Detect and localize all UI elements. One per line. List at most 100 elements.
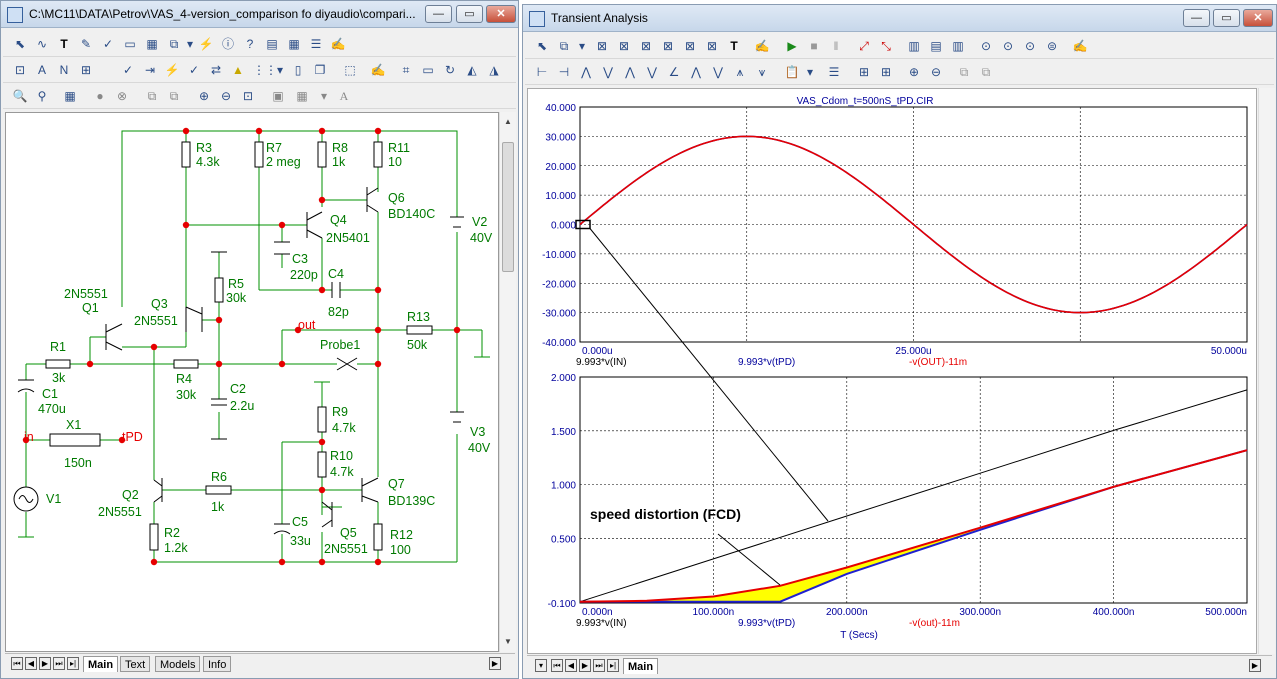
list-icon[interactable]: ☰ [825,63,843,81]
fit-x-icon[interactable]: ⊞ [855,63,873,81]
dropdown-3-icon[interactable]: ▾ [315,87,333,105]
paste-icon[interactable]: ⧉ [977,63,995,81]
copy-page-icon[interactable]: ❐ [311,61,329,79]
rect-icon[interactable]: ▭ [419,61,437,79]
dropdown-icon[interactable]: ▾ [573,37,591,55]
close-button[interactable]: ✕ [1243,9,1273,27]
global-high-icon[interactable]: ⋀ [687,63,705,81]
copy-icon[interactable]: ⧉ [143,87,161,105]
help-icon[interactable]: ? [241,35,259,53]
zoom-in-icon[interactable]: ⊕ [905,63,923,81]
page-icon[interactable]: ▯ [289,61,307,79]
transient-titlebar[interactable]: Transient Analysis — ▭ ✕ [523,5,1276,32]
graph-icon[interactable]: ⊠ [615,37,633,55]
settings-icon[interactable]: ✍ [1071,37,1089,55]
maximize-button[interactable]: ▭ [456,5,483,23]
fit-y-icon[interactable]: ⊞ [877,63,895,81]
cancel-icon[interactable]: ⊗ [113,87,131,105]
last-page-icon[interactable]: ⏭ [593,659,605,672]
wire-mode-icon[interactable]: ▦ [143,35,161,53]
graph4-icon[interactable]: ⊠ [681,37,699,55]
level-icon[interactable]: ⊜ [1043,37,1061,55]
schematic-vscrollbar[interactable]: ▲ ▼ [499,112,516,652]
font-icon[interactable]: A [335,87,353,105]
high-icon[interactable]: ⋀ [621,63,639,81]
table3-icon[interactable]: ▥ [949,37,967,55]
prev-page-icon[interactable]: ◀ [25,657,37,670]
clipboard-icon[interactable]: 📋 [783,63,801,81]
cursor-icon[interactable]: ⤢ [855,37,873,55]
arrow-right-icon[interactable]: ⇥ [141,61,159,79]
wire-tool-icon[interactable]: ∿ [33,35,51,53]
rotate-icon[interactable]: ↻ [441,61,459,79]
pen-tool-icon[interactable]: ✎ [77,35,95,53]
scroll-thumb[interactable] [502,142,514,272]
tab-info[interactable]: Info [203,656,232,672]
cursor-next-icon[interactable]: ⊢ [533,63,551,81]
last-page-icon[interactable]: ⏭ [53,657,65,670]
first-page-icon[interactable]: ⏮ [11,657,23,670]
tab-dropdown-icon[interactable]: ▾ [535,659,547,672]
zoom-out-icon[interactable]: ⊖ [217,87,235,105]
tab-scroll-right-icon[interactable]: ▶ [1249,659,1261,672]
grid-dots-icon[interactable]: ⋮⋮ [253,61,277,79]
layout-icon[interactable]: ▦ [293,87,311,105]
bottom-icon[interactable]: ⩛ [753,63,771,81]
inflection-icon[interactable]: ∠ [665,63,683,81]
maximize-button[interactable]: ▭ [1213,9,1240,27]
cursor-prev-icon[interactable]: ⊣ [555,63,573,81]
table2-icon[interactable]: ▤ [927,37,945,55]
binoculars-icon[interactable]: ⚲ [33,87,51,105]
scroll-up-icon[interactable]: ▲ [502,116,514,128]
warning-icon[interactable]: ▲ [229,61,247,79]
bom-icon[interactable]: ▤ [263,35,281,53]
valley-icon[interactable]: ⊙ [999,37,1017,55]
zoom-fit-icon[interactable]: ⊡ [239,87,257,105]
attribute-icon[interactable]: A [33,61,51,79]
plot-canvas[interactable]: VAS_Cdom_t=500nS_tPD.CIR 40.000 30.000 20.… [527,88,1257,654]
tab-text[interactable]: Text [120,656,151,672]
schematic-canvas[interactable]: R3 4.3k R7 2 meg R8 1k R11 10 Q6 BD140C … [5,112,499,652]
graph3-icon[interactable]: ⊠ [659,37,677,55]
text-tool-icon[interactable]: T [725,37,743,55]
global-low-icon[interactable]: ⋁ [709,63,727,81]
pin-icon[interactable]: ⊞ [77,61,95,79]
run-icon[interactable]: ▶ [783,37,801,55]
valley-next-icon[interactable]: ⋁ [599,63,617,81]
table-icon[interactable]: ☰ [307,35,325,53]
tab-main[interactable]: Main [623,658,659,674]
calculator-icon[interactable]: ▦ [61,87,79,105]
select-tool-icon[interactable]: ⬉ [533,37,551,55]
prev-page-icon[interactable]: ◀ [565,659,577,672]
paste-icon[interactable]: ⧉ [165,87,183,105]
pause-icon[interactable]: ‖ [827,37,845,55]
schematic-titlebar[interactable]: C:\MC11\DATA\Petrov\VAS_4-version_compar… [1,1,518,28]
probe-tool-icon[interactable]: ⚡ [197,35,215,53]
scroll-down-icon[interactable]: ▼ [502,636,514,648]
camera-icon[interactable]: ▣ [269,87,287,105]
dropdown-2-icon[interactable]: ▾ [801,63,819,81]
text-tool-icon[interactable]: T [55,35,73,53]
check-icon[interactable]: ✓ [185,61,203,79]
cursor2-icon[interactable]: ⤡ [877,37,895,55]
zoom-out-icon[interactable]: ⊖ [927,63,945,81]
table1-icon[interactable]: ▥ [905,37,923,55]
flip-icon[interactable]: ◮ [485,61,503,79]
peak-icon[interactable]: ⊙ [977,37,995,55]
properties-icon[interactable]: ✍ [753,37,771,55]
stop-icon[interactable]: ■ [805,37,823,55]
next-page-icon[interactable]: ▶ [579,659,591,672]
property-icon[interactable]: ✍ [369,61,387,79]
edit-icon[interactable]: ✍ [329,35,347,53]
dc-current-icon[interactable]: ✓ [119,61,137,79]
check-tool-icon[interactable]: ✓ [99,35,117,53]
peak-next-icon[interactable]: ⋀ [577,63,595,81]
copy-icon[interactable]: ⧉ [955,63,973,81]
graph5-icon[interactable]: ⊠ [703,37,721,55]
power-icon[interactable]: ⚡ [163,61,181,79]
end-page-icon[interactable]: ▸| [607,659,619,672]
tab-models[interactable]: Models [155,656,201,672]
minimize-button[interactable]: — [1183,9,1210,27]
plot-vscrollbar[interactable] [1258,88,1275,654]
node-voltages-icon[interactable]: N [55,61,73,79]
